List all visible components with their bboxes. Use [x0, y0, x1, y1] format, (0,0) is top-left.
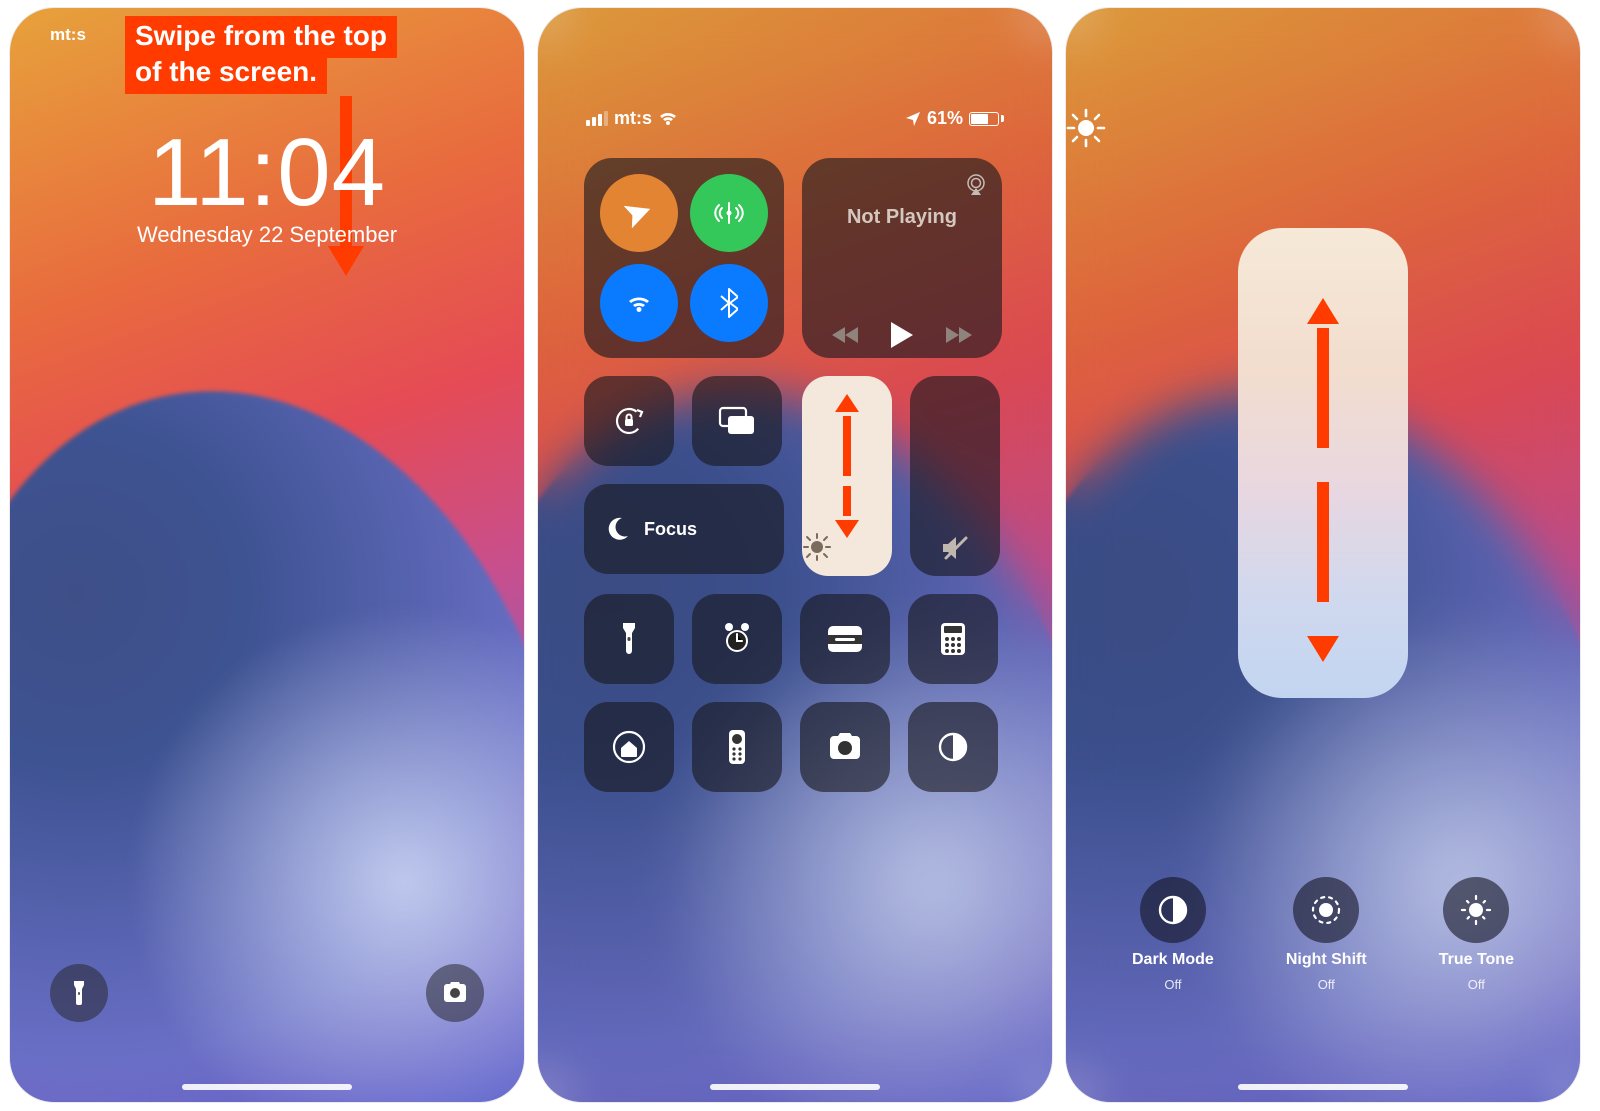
dark-mode-tile[interactable] [908, 702, 998, 792]
bluetooth-toggle[interactable] [690, 264, 768, 342]
dark-mode-label: Dark Mode [1132, 951, 1214, 969]
camera-button[interactable] [426, 964, 484, 1022]
status-carrier: mt:s [50, 25, 86, 45]
night-shift-state: Off [1318, 977, 1335, 992]
media-module[interactable]: Not Playing [802, 158, 1002, 358]
brightness-options: Dark Mode Off Night Shift Off True Tone … [1066, 877, 1580, 992]
home-tile[interactable] [584, 702, 674, 792]
lock-clock: 11:04 Wednesday 22 September [10, 118, 524, 248]
home-indicator[interactable] [710, 1084, 880, 1090]
dark-mode-icon [1140, 877, 1206, 943]
lock-date: Wednesday 22 September [10, 222, 524, 248]
mute-icon [940, 534, 970, 562]
orientation-lock-toggle[interactable] [584, 376, 674, 466]
brightness-icon [1066, 108, 1580, 148]
lock-time: 11:04 [10, 118, 524, 228]
airplay-icon[interactable] [964, 174, 988, 196]
rewind-icon[interactable] [832, 326, 860, 344]
focus-label: Focus [644, 519, 697, 540]
instruction-text-line2: of the screen. [125, 52, 327, 94]
play-icon[interactable] [891, 322, 913, 348]
dark-mode-option[interactable]: Dark Mode Off [1132, 877, 1214, 992]
camera-tile[interactable] [800, 702, 890, 792]
cellular-signal-icon [586, 111, 608, 126]
airplane-mode-toggle[interactable] [600, 174, 678, 252]
cc-status-bar: mt:s 61% [538, 108, 1052, 129]
true-tone-option[interactable]: True Tone Off [1439, 877, 1514, 992]
shortcut-grid [584, 594, 1006, 792]
volume-slider[interactable] [910, 376, 1000, 576]
connectivity-module[interactable] [584, 158, 784, 358]
battery-percent: 61% [927, 108, 963, 129]
alarm-tile[interactable] [692, 594, 782, 684]
flashlight-tile[interactable] [584, 594, 674, 684]
wifi-icon [658, 111, 678, 127]
drag-up-down-hint-icon [835, 394, 859, 538]
brightness-expanded: Dark Mode Off Night Shift Off True Tone … [1066, 8, 1580, 1102]
true-tone-icon [1443, 877, 1509, 943]
brightness-slider-expanded[interactable] [1238, 228, 1408, 698]
cellular-data-toggle[interactable] [690, 174, 768, 252]
brightness-icon [802, 532, 892, 562]
true-tone-label: True Tone [1439, 951, 1514, 969]
apple-tv-remote-tile[interactable] [692, 702, 782, 792]
flashlight-button[interactable] [50, 964, 108, 1022]
lock-screen: mt:s Swipe from the top of the screen. 1… [10, 8, 524, 1102]
brightness-slider[interactable] [802, 376, 892, 576]
location-icon [905, 111, 921, 127]
wallet-tile[interactable] [800, 594, 890, 684]
focus-button[interactable]: Focus [584, 484, 784, 574]
night-shift-option[interactable]: Night Shift Off [1286, 877, 1367, 992]
media-title: Not Playing [816, 206, 988, 229]
screen-mirroring-button[interactable] [692, 376, 782, 466]
cc-carrier: mt:s [614, 108, 652, 129]
control-center: mt:s 61% [538, 8, 1052, 1102]
moon-icon [604, 516, 630, 542]
dark-mode-state: Off [1164, 977, 1181, 992]
night-shift-label: Night Shift [1286, 951, 1367, 969]
wifi-toggle[interactable] [600, 264, 678, 342]
night-shift-icon [1293, 877, 1359, 943]
battery-icon [969, 112, 1004, 126]
home-indicator[interactable] [1238, 1084, 1408, 1090]
drag-up-down-hint-icon [1307, 298, 1339, 662]
true-tone-state: Off [1468, 977, 1485, 992]
home-indicator[interactable] [182, 1084, 352, 1090]
calculator-tile[interactable] [908, 594, 998, 684]
forward-icon[interactable] [944, 326, 972, 344]
